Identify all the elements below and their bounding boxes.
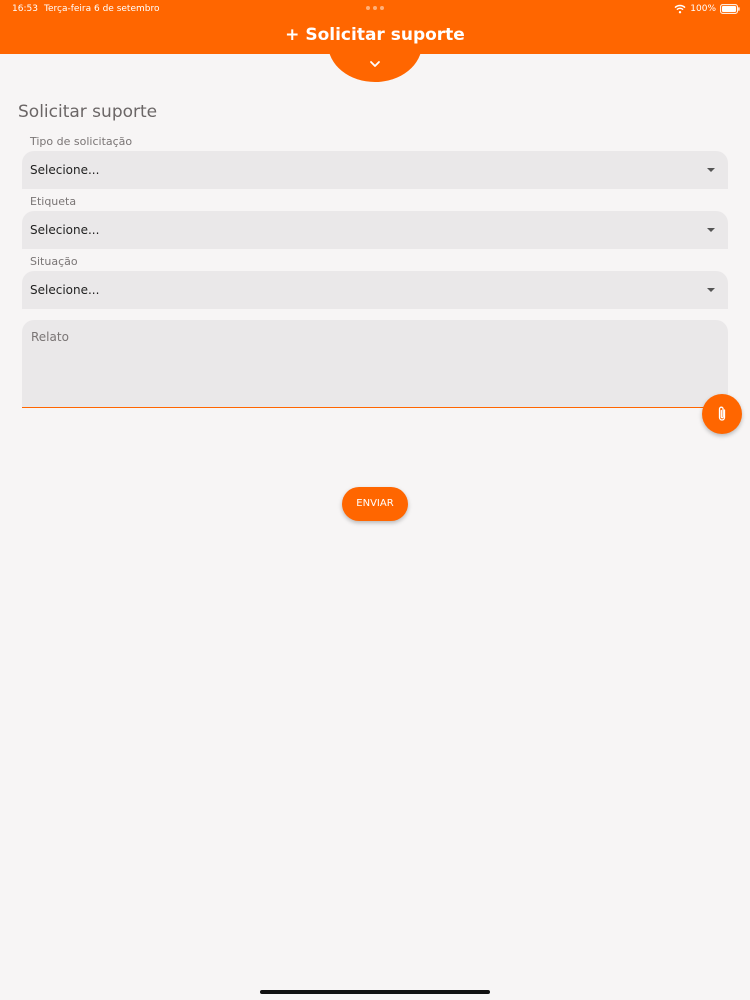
caret-down-icon: [707, 168, 715, 172]
request-type-value: Selecione...: [30, 163, 100, 177]
report-placeholder: Relato: [31, 330, 69, 344]
chevron-down-icon[interactable]: [367, 58, 383, 70]
support-request-screen: 16:53 Terça-feira 6 de setembro 100% + S…: [0, 0, 750, 1000]
status-select[interactable]: Selecione...: [22, 271, 728, 309]
request-type-select[interactable]: Selecione...: [22, 151, 728, 189]
status-value: Selecione...: [30, 283, 100, 297]
app-header: 16:53 Terça-feira 6 de setembro 100% + S…: [0, 0, 750, 54]
paperclip-icon: [718, 406, 726, 421]
multitasking-dots-icon[interactable]: [365, 1, 385, 15]
caret-down-icon: [707, 228, 715, 232]
tag-label: Etiqueta: [30, 195, 77, 208]
request-type-label: Tipo de solicitação: [30, 135, 133, 148]
tag-value: Selecione...: [30, 223, 100, 237]
status-indicators: 100%: [674, 3, 740, 15]
caret-down-icon: [707, 288, 715, 292]
report-textarea[interactable]: Relato: [22, 320, 728, 408]
battery-percentage: 100%: [690, 4, 716, 14]
status-label: Situação: [30, 255, 78, 268]
status-date: Terça-feira 6 de setembro: [44, 4, 160, 14]
home-indicator[interactable]: [260, 990, 490, 994]
submit-button[interactable]: ENVIAR: [342, 487, 408, 521]
wifi-icon: [674, 4, 686, 14]
battery-icon: [720, 4, 740, 14]
form-title: Solicitar suporte: [18, 102, 158, 122]
attach-file-button[interactable]: [702, 394, 742, 434]
status-time: 16:53: [12, 4, 38, 14]
page-title: + Solicitar suporte: [285, 25, 465, 45]
tag-select[interactable]: Selecione...: [22, 211, 728, 249]
